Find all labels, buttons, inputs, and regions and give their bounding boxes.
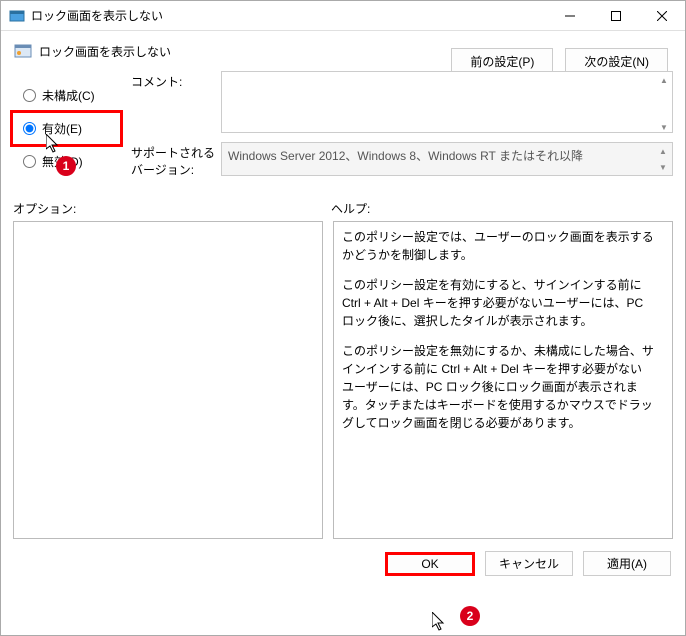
radio-not-configured-input[interactable] [23, 89, 36, 102]
help-label: ヘルプ: [331, 200, 673, 217]
options-panel [13, 221, 323, 539]
help-text-1: このポリシー設定では、ユーザーのロック画面を表示するかどうかを制御します。 [342, 228, 654, 264]
options-label: オプション: [13, 200, 331, 217]
cancel-button[interactable]: キャンセル [485, 551, 573, 576]
radio-enabled-input[interactable] [23, 122, 36, 135]
title-bar: ロック画面を表示しない [1, 1, 685, 31]
cursor-icon [432, 612, 446, 632]
annotation-badge-1: 1 [56, 156, 76, 176]
window-title: ロック画面を表示しない [31, 7, 547, 24]
radio-enabled-label: 有効(E) [42, 120, 82, 137]
close-button[interactable] [639, 1, 685, 31]
scroll-down-icon[interactable]: ▼ [657, 120, 671, 134]
comment-textarea[interactable] [221, 71, 673, 133]
maximize-button[interactable] [593, 1, 639, 31]
scroll-down-icon[interactable]: ▼ [656, 160, 670, 174]
scroll-up-icon[interactable]: ▲ [657, 73, 671, 87]
ok-button[interactable]: OK [385, 552, 475, 576]
help-text-3: このポリシー設定を無効にするか、未構成にした場合、サインインする前に Ctrl … [342, 342, 654, 432]
comment-label: コメント: [131, 71, 221, 136]
version-text: Windows Server 2012、Windows 8、Windows RT… [228, 149, 583, 163]
radio-disabled-input[interactable] [23, 155, 36, 168]
minimize-button[interactable] [547, 1, 593, 31]
supported-version-box: Windows Server 2012、Windows 8、Windows RT… [221, 142, 673, 176]
help-panel: このポリシー設定では、ユーザーのロック画面を表示するかどうかを制御します。 この… [333, 221, 673, 539]
scroll-up-icon[interactable]: ▲ [656, 144, 670, 158]
radio-not-configured-label: 未構成(C) [42, 87, 95, 104]
radio-enabled[interactable]: 有効(E) [13, 120, 118, 137]
annotation-badge-2: 2 [460, 606, 480, 626]
policy-icon [13, 41, 33, 61]
radio-not-configured[interactable]: 未構成(C) [13, 87, 123, 104]
version-label: サポートされるバージョン: [131, 142, 221, 178]
subheader-title: ロック画面を表示しない [39, 43, 171, 60]
apply-button[interactable]: 適用(A) [583, 551, 671, 576]
app-icon [9, 8, 25, 24]
help-text-2: このポリシー設定を有効にすると、サインインする前に Ctrl + Alt + D… [342, 276, 654, 330]
